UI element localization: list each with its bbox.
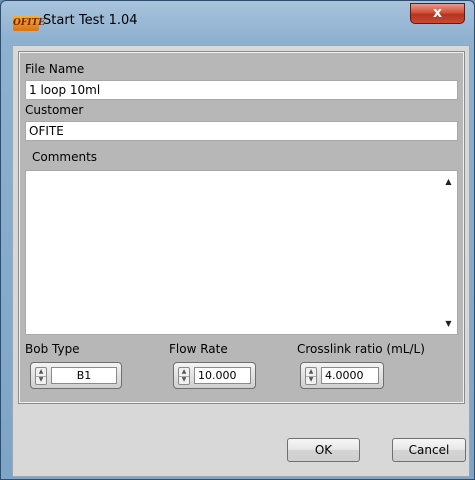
- flow-rate-control: ▲ ▼ 10.000: [173, 362, 256, 389]
- cancel-button[interactable]: Cancel: [392, 438, 466, 462]
- triangle-down-icon[interactable]: ▼: [440, 315, 457, 332]
- form-panel: File Name 1 loop 10ml Customer OFITE Com…: [18, 51, 465, 404]
- crosslink-ratio-label: Crosslink ratio (mL/L): [297, 342, 425, 356]
- title-bar[interactable]: OFITE Start Test 1.04 x: [1, 1, 474, 45]
- crosslink-ratio-input[interactable]: 4.0000: [321, 367, 379, 384]
- flow-rate-input[interactable]: 10.000: [194, 367, 251, 384]
- spin-down-button[interactable]: ▼: [306, 376, 316, 384]
- spin-updown-icon[interactable]: ▲ ▼: [305, 367, 317, 385]
- customer-label: Customer: [25, 103, 84, 117]
- comments-textarea[interactable]: ▲ ▼: [25, 170, 458, 335]
- comments-label: Comments: [32, 150, 98, 164]
- comments-scrollbar[interactable]: ▲ ▼: [440, 171, 457, 334]
- spin-down-button[interactable]: ▼: [36, 376, 46, 384]
- close-icon: x: [432, 5, 443, 21]
- window-title: Start Test 1.04: [43, 13, 138, 28]
- spin-updown-icon[interactable]: ▲ ▼: [35, 367, 47, 385]
- dialog-client-area: File Name 1 loop 10ml Customer OFITE Com…: [12, 45, 470, 477]
- ok-button[interactable]: OK: [287, 438, 360, 462]
- customer-field[interactable]: OFITE: [25, 121, 458, 141]
- crosslink-ratio-control: ▲ ▼ 4.0000: [300, 362, 384, 389]
- spin-updown-icon[interactable]: ▲ ▼: [178, 367, 190, 385]
- triangle-up-icon[interactable]: ▲: [440, 173, 457, 190]
- flow-rate-label: Flow Rate: [169, 342, 228, 356]
- file-name-label: File Name: [25, 62, 85, 76]
- bob-type-input[interactable]: B1: [51, 367, 117, 384]
- close-button[interactable]: x: [410, 3, 465, 24]
- start-test-window: OFITE Start Test 1.04 x File Name 1 loop…: [0, 0, 475, 480]
- bob-type-control: ▲ ▼ B1: [30, 362, 122, 389]
- file-name-field[interactable]: 1 loop 10ml: [25, 80, 458, 100]
- ofite-logo-icon: OFITE: [13, 15, 45, 31]
- spin-down-button[interactable]: ▼: [179, 376, 189, 384]
- bob-type-label: Bob Type: [25, 342, 80, 356]
